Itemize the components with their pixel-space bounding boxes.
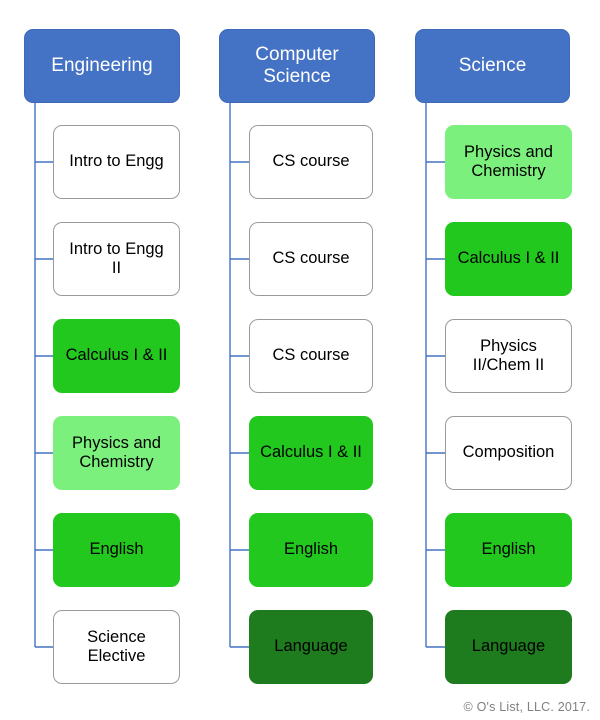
course-node[interactable]: CS course <box>249 125 373 199</box>
course-pathway-diagram: Engineering Intro to Engg Intro to Engg II… <box>0 0 600 720</box>
course-node-label: English <box>481 540 536 559</box>
course-node[interactable]: Physics and Chemistry <box>53 416 180 490</box>
column-header-label: Engineering <box>51 54 153 76</box>
course-node[interactable]: Physics II/Chem II <box>445 319 572 393</box>
course-node-label: Science Elective <box>87 627 146 665</box>
course-node-label: Calculus I & II <box>65 346 168 365</box>
course-node-label: CS course <box>272 249 350 268</box>
course-node[interactable]: Calculus I & II <box>249 416 373 490</box>
course-node[interactable]: CS course <box>249 319 373 393</box>
course-node-label: Physics and Chemistry <box>464 142 553 180</box>
course-node[interactable]: CS course <box>249 222 373 296</box>
column-header-label: Science <box>458 54 527 76</box>
course-node-label: CS course <box>272 346 350 365</box>
course-node-label: Calculus I & II <box>457 249 560 268</box>
column-header-label: Computer Science <box>255 43 339 87</box>
course-node-label: Physics and Chemistry <box>72 433 161 471</box>
course-node-label: Intro to Engg <box>69 152 164 171</box>
course-node-label: Language <box>471 637 546 656</box>
course-node-label: English <box>283 540 339 559</box>
course-node[interactable]: English <box>249 513 373 587</box>
course-node[interactable]: English <box>445 513 572 587</box>
course-node[interactable]: Language <box>445 610 572 684</box>
course-node-label: Physics II/Chem II <box>472 336 545 374</box>
copyright-notice: © O's List, LLC. 2017. <box>463 700 590 714</box>
course-node[interactable]: Language <box>249 610 373 684</box>
course-node-label: English <box>89 540 144 559</box>
course-node[interactable]: English <box>53 513 180 587</box>
column-header-science[interactable]: Science <box>415 29 570 103</box>
course-node-label: Calculus I & II <box>260 443 362 462</box>
course-node[interactable]: Composition <box>445 416 572 490</box>
column-header-computer-science[interactable]: Computer Science <box>219 29 375 103</box>
column-header-engineering[interactable]: Engineering <box>24 29 180 103</box>
course-node-label: Language <box>274 637 348 656</box>
course-node-label: Composition <box>462 443 555 462</box>
course-node[interactable]: Science Elective <box>53 610 180 684</box>
course-node[interactable]: Intro to Engg <box>53 125 180 199</box>
course-node-label: CS course <box>272 152 350 171</box>
course-node[interactable]: Calculus I & II <box>445 222 572 296</box>
course-node[interactable]: Physics and Chemistry <box>445 125 572 199</box>
course-node[interactable]: Calculus I & II <box>53 319 180 393</box>
course-node-label: Intro to Engg II <box>69 239 164 277</box>
course-node[interactable]: Intro to Engg II <box>53 222 180 296</box>
